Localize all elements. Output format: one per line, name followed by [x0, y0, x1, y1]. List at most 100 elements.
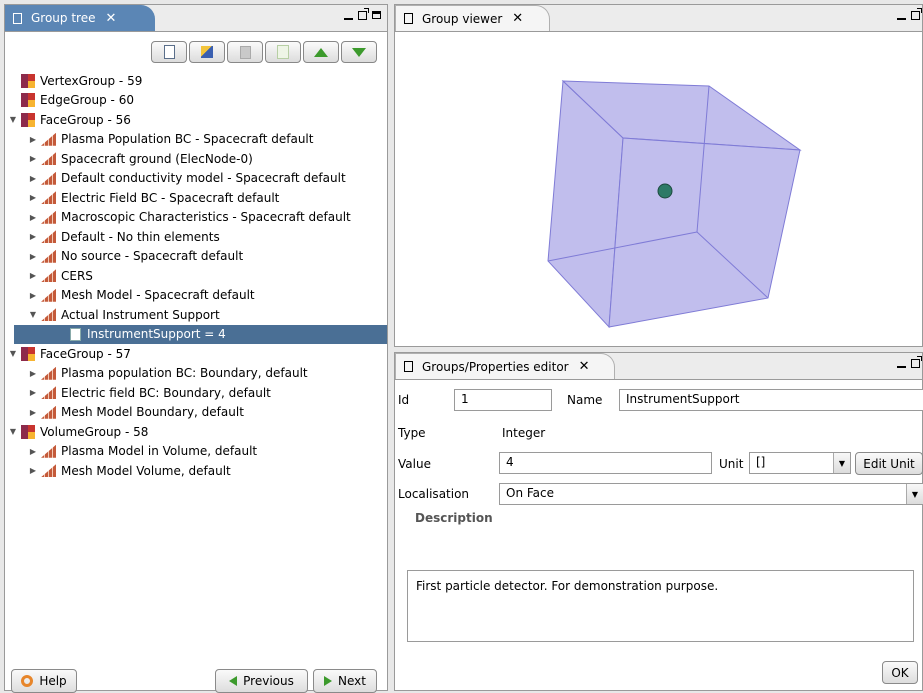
value-field[interactable]: 4 [499, 452, 712, 474]
edit-unit-button[interactable]: Edit Unit [855, 452, 923, 475]
group-viewer-tabbar: Group viewer ✕ [395, 5, 922, 32]
tree-item[interactable]: ▶ Electric Field BC - Spacecraft default [9, 188, 387, 208]
tree-item-label: Mesh Model - Spacecraft default [61, 288, 255, 303]
expanded-triangle-icon[interactable]: ▼ [9, 349, 17, 358]
tree-item[interactable]: ▶ Electric field BC: Boundary, default [9, 383, 387, 403]
detach-icon[interactable] [358, 7, 369, 20]
group-icon [21, 73, 35, 88]
localisation-select[interactable]: On Face ▼ [499, 483, 923, 505]
minimize-icon[interactable] [344, 18, 353, 20]
collapsed-triangle-icon[interactable]: ▶ [29, 447, 37, 456]
tree-item-label: No source - Spacecraft default [61, 249, 244, 264]
collapsed-triangle-icon[interactable]: ▶ [29, 388, 37, 397]
collapsed-triangle-icon[interactable]: ▶ [29, 252, 37, 261]
detach-icon[interactable] [911, 7, 922, 20]
tree-item[interactable]: ▼ VolumeGroup - 58 [9, 422, 387, 442]
tree-item[interactable]: ▶ CERS [9, 266, 387, 286]
tree-item-label: Plasma Population BC - Spacecraft defaul… [61, 132, 314, 147]
arrow-right-icon [324, 676, 333, 686]
next-button[interactable]: Next [313, 669, 377, 693]
detector-marker [657, 183, 673, 199]
tree-item[interactable]: ▶ Plasma Model in Volume, default [9, 442, 387, 462]
3d-cube-view[interactable] [395, 32, 922, 346]
tree-item[interactable]: ▼ FaceGroup - 56 [9, 110, 387, 130]
tab-properties-editor[interactable]: Groups/Properties editor ✕ [395, 353, 615, 379]
tree-item[interactable]: ▶ Macroscopic Characteristics - Spacecraf… [9, 208, 387, 228]
move-down-button[interactable] [341, 41, 377, 63]
collapsed-triangle-icon[interactable]: ▶ [29, 232, 37, 241]
minimize-icon[interactable] [897, 366, 906, 368]
collapsed-triangle-icon[interactable]: ▶ [29, 213, 37, 222]
unit-select[interactable]: [] ▼ [749, 452, 851, 474]
minimize-icon[interactable] [897, 18, 906, 20]
expanded-triangle-icon[interactable]: ▼ [29, 310, 37, 319]
tree-item[interactable]: ▶ Spacecraft ground (ElecNode-0) [9, 149, 387, 169]
tree-item[interactable]: ▶ Default - No thin elements [9, 227, 387, 247]
delete-button[interactable] [227, 41, 263, 63]
id-field[interactable]: 1 [454, 389, 552, 411]
tree-item[interactable]: ▶ Mesh Model - Spacecraft default [9, 286, 387, 306]
description-textarea[interactable]: First particle detector. For demonstrati… [407, 570, 914, 642]
document-icon [404, 13, 413, 24]
properties-editor-panel: Groups/Properties editor ✕ Id 1 Name Ins… [394, 352, 923, 691]
edit-button[interactable] [189, 41, 225, 63]
previous-button[interactable]: Previous [215, 669, 308, 693]
tree-item-label: VolumeGroup - 58 [40, 424, 149, 439]
collapsed-triangle-icon[interactable]: ▶ [29, 369, 37, 378]
tree-item-label: Plasma Model in Volume, default [61, 444, 258, 459]
id-label: Id [398, 393, 410, 407]
add-button[interactable] [265, 41, 301, 63]
close-icon[interactable]: ✕ [106, 11, 117, 26]
description-header: Description [415, 511, 493, 525]
collapsed-triangle-icon[interactable]: ▶ [29, 466, 37, 475]
bricks-icon [41, 405, 56, 419]
expanded-triangle-icon[interactable]: ▼ [9, 115, 17, 124]
maximize-icon[interactable] [372, 11, 381, 19]
bricks-icon [41, 171, 56, 185]
arrow-left-icon [229, 676, 238, 686]
tree-item[interactable]: ▶ Plasma Population BC - Spacecraft defau… [9, 130, 387, 150]
help-button[interactable]: Help [11, 669, 77, 693]
name-field[interactable]: InstrumentSupport [619, 389, 923, 411]
close-icon[interactable]: ✕ [512, 11, 523, 26]
localisation-select-value: On Face [506, 486, 554, 500]
collapsed-triangle-icon[interactable]: ▶ [29, 193, 37, 202]
pencil-icon [201, 46, 213, 58]
tab-group-viewer[interactable]: Group viewer ✕ [395, 5, 550, 31]
tree-item[interactable]: EdgeGroup - 60 [9, 91, 387, 111]
tree-item[interactable]: ▼ FaceGroup - 57 [9, 344, 387, 364]
expanded-triangle-icon[interactable]: ▼ [9, 427, 17, 436]
import-button[interactable] [151, 41, 187, 63]
unit-label: Unit [719, 457, 744, 471]
collapsed-triangle-icon[interactable]: ▶ [29, 154, 37, 163]
group-icon [21, 112, 35, 127]
collapsed-triangle-icon[interactable]: ▶ [29, 174, 37, 183]
tree-item[interactable]: InstrumentSupport = 4 [14, 324, 387, 344]
edit-unit-label: Edit Unit [863, 456, 915, 471]
chevron-down-icon: ▼ [833, 453, 850, 473]
collapsed-triangle-icon[interactable]: ▶ [29, 408, 37, 417]
tree-item[interactable]: ▶ No source - Spacecraft default [9, 247, 387, 267]
collapsed-triangle-icon[interactable]: ▶ [29, 271, 37, 280]
bricks-icon [41, 191, 56, 205]
tree-item[interactable]: ▶ Mesh Model Volume, default [9, 461, 387, 481]
bricks-icon [41, 444, 56, 458]
previous-label: Previous [243, 674, 294, 688]
chevron-down-icon: ▼ [906, 484, 923, 504]
trash-icon [239, 45, 251, 59]
detach-icon[interactable] [911, 355, 922, 368]
close-icon[interactable]: ✕ [579, 359, 590, 374]
tree-item[interactable]: VertexGroup - 59 [9, 71, 387, 91]
collapsed-triangle-icon[interactable]: ▶ [29, 291, 37, 300]
collapsed-triangle-icon[interactable]: ▶ [29, 135, 37, 144]
tree-item[interactable]: ▶ Plasma population BC: Boundary, default [9, 364, 387, 384]
tree-item[interactable]: ▶ Default conductivity model - Spacecraft… [9, 169, 387, 189]
tree-item[interactable]: ▼ Actual Instrument Support [9, 305, 387, 325]
ok-button[interactable]: OK [882, 661, 918, 684]
tab-group-tree[interactable]: Group tree ✕ [5, 5, 155, 31]
tree-item[interactable]: ▶ Mesh Model Boundary, default [9, 403, 387, 423]
arrow-up-icon [314, 47, 328, 57]
group-tree-panel: Group tree ✕ VertexGroup - 59 EdgeGroup -… [4, 4, 388, 693]
tree-item-label: Actual Instrument Support [61, 307, 220, 322]
move-up-button[interactable] [303, 41, 339, 63]
